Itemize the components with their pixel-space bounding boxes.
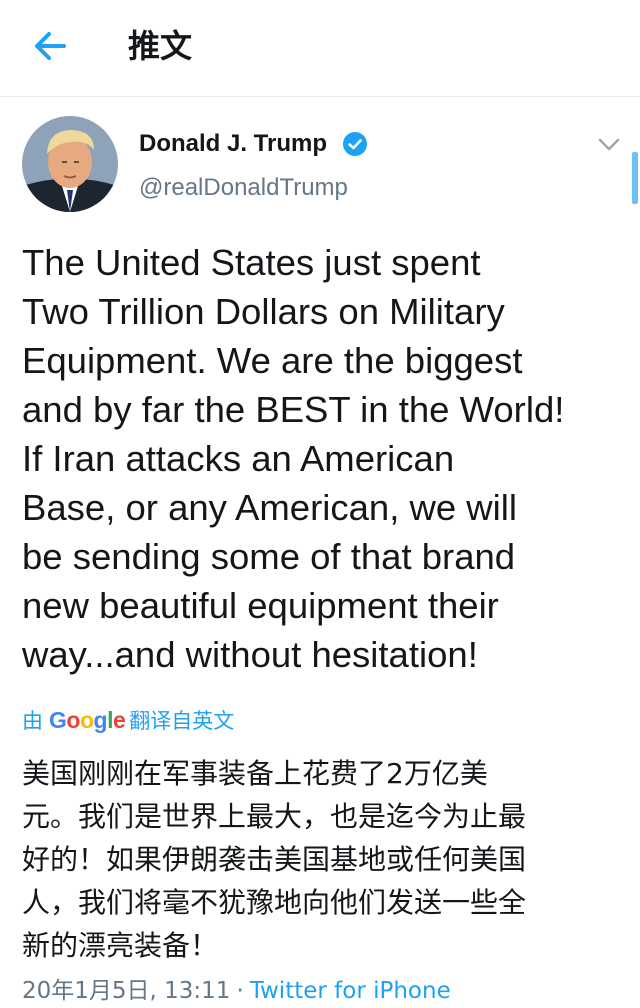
app-header: 推文: [0, 0, 640, 97]
meta-separator: ·: [236, 978, 244, 1004]
translate-prefix: 由: [22, 709, 43, 733]
scrollbar[interactable]: [632, 152, 638, 204]
page-title: 推文: [128, 27, 193, 65]
translate-attribution[interactable]: 由 Google 翻译自英文: [22, 704, 234, 736]
chevron-down-icon[interactable]: [595, 132, 623, 156]
author-name[interactable]: Donald J. Trump: [139, 128, 327, 160]
timestamp: 20年1月5日, 13:11: [22, 978, 231, 1004]
verified-badge-icon: [343, 132, 367, 156]
source-link[interactable]: Twitter for iPhone: [250, 978, 451, 1004]
tweet-meta: 20年1月5日, 13:11 · Twitter for iPhone: [22, 974, 451, 1008]
google-logo: Google: [49, 707, 126, 733]
author-handle[interactable]: @realDonaldTrump: [139, 172, 348, 204]
translated-text: 美国刚刚在军事装备上花费了2万亿美 元。我们是世界上最大，也是迄今为止最 好的！…: [22, 757, 527, 962]
tweet-text: The United States just spent Two Trillio…: [22, 242, 565, 675]
avatar[interactable]: [22, 116, 118, 212]
translate-suffix: 翻译自英文: [129, 709, 235, 733]
arrow-left-icon[interactable]: [30, 26, 70, 66]
